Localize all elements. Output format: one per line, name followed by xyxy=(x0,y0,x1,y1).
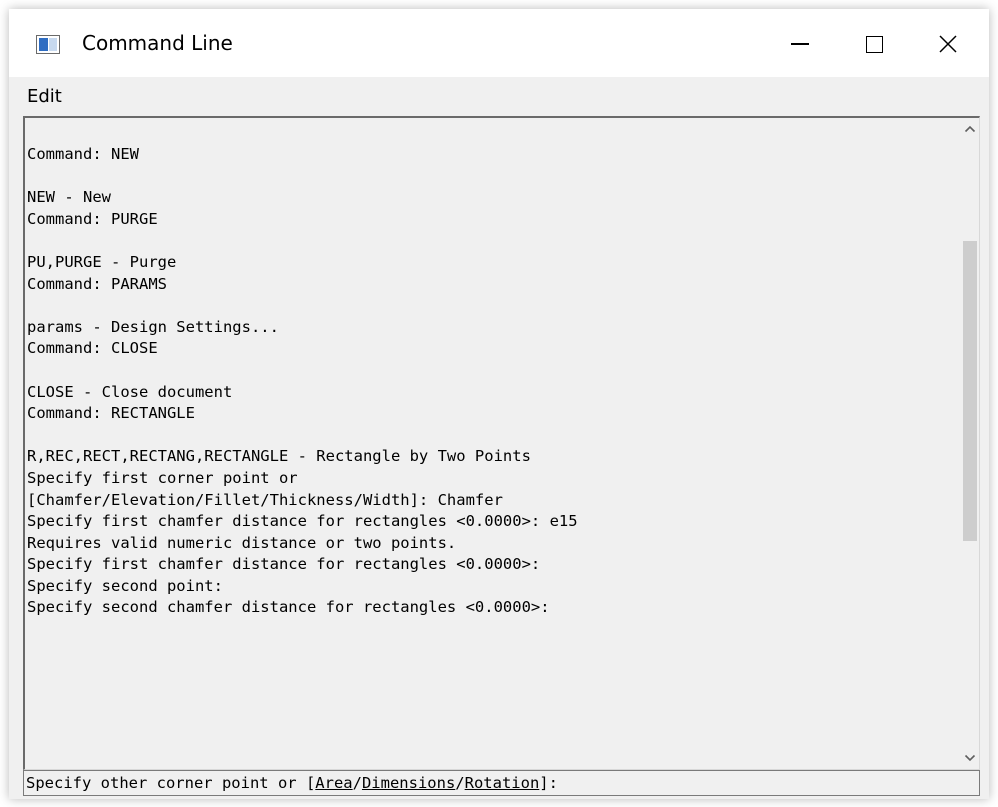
history-line: CLOSE - Close document xyxy=(27,382,233,401)
history-line: Specify first chamfer distance for recta… xyxy=(27,512,578,531)
app-window-icon xyxy=(36,35,60,54)
prompt-prefix: Specify other corner point or [ xyxy=(26,774,316,792)
menu-item-edit[interactable]: Edit xyxy=(25,86,64,107)
prompt-option-dimensions[interactable]: Dimensions xyxy=(362,774,455,792)
close-button[interactable] xyxy=(917,19,979,69)
chevron-down-icon xyxy=(964,754,976,762)
command-history-text: Command: NEW NEW - New Command: PURGE PU… xyxy=(27,144,578,619)
history-line: NEW - New xyxy=(27,188,111,207)
history-line: Command: NEW xyxy=(27,145,139,163)
prompt-separator: / xyxy=(352,774,362,792)
history-line: Command: CLOSE xyxy=(27,339,158,358)
menu-bar: Edit xyxy=(9,77,989,115)
history-line: Requires valid numeric distance or two p… xyxy=(27,533,457,552)
command-input[interactable]: Specify other corner point or [Area/Dime… xyxy=(23,770,980,796)
maximize-button[interactable] xyxy=(843,19,905,69)
prompt-option-rotation[interactable]: Rotation xyxy=(465,774,540,792)
minimize-icon xyxy=(791,43,809,45)
history-line: Command: RECTANGLE xyxy=(27,404,195,423)
history-line: Command: PARAMS xyxy=(27,274,167,293)
close-icon xyxy=(939,35,957,53)
history-line: R,REC,RECT,RECTANG,RECTANGLE - Rectangle… xyxy=(27,447,531,466)
command-line-window: Command Line Edit Command: NEW NEW - New… xyxy=(9,9,989,799)
history-line: Command: PURGE xyxy=(27,209,158,228)
chevron-up-icon xyxy=(964,125,976,133)
maximize-icon xyxy=(865,35,883,53)
history-line: params - Design Settings... xyxy=(27,317,279,336)
window-title: Command Line xyxy=(82,31,233,55)
command-history-panel[interactable]: Command: NEW NEW - New Command: PURGE PU… xyxy=(23,116,980,770)
prompt-option-area[interactable]: Area xyxy=(315,774,352,792)
minimize-button[interactable] xyxy=(769,19,831,69)
scroll-thumb[interactable] xyxy=(963,241,977,542)
history-line: Specify second point: xyxy=(27,576,223,595)
history-line: [Chamfer/Elevation/Fillet/Thickness/Widt… xyxy=(27,490,503,509)
history-line: PU,PURGE - Purge xyxy=(27,252,177,271)
history-line: Specify second chamfer distance for rect… xyxy=(27,598,550,617)
history-line: Specify first corner point or xyxy=(27,468,298,487)
title-bar[interactable]: Command Line xyxy=(9,9,989,77)
prompt-suffix: ]: xyxy=(539,774,558,792)
scroll-down-button[interactable] xyxy=(961,747,979,769)
history-line: Specify first chamfer distance for recta… xyxy=(27,555,541,574)
scroll-up-button[interactable] xyxy=(961,118,979,140)
prompt-separator: / xyxy=(455,774,465,792)
vertical-scrollbar[interactable] xyxy=(961,118,979,769)
